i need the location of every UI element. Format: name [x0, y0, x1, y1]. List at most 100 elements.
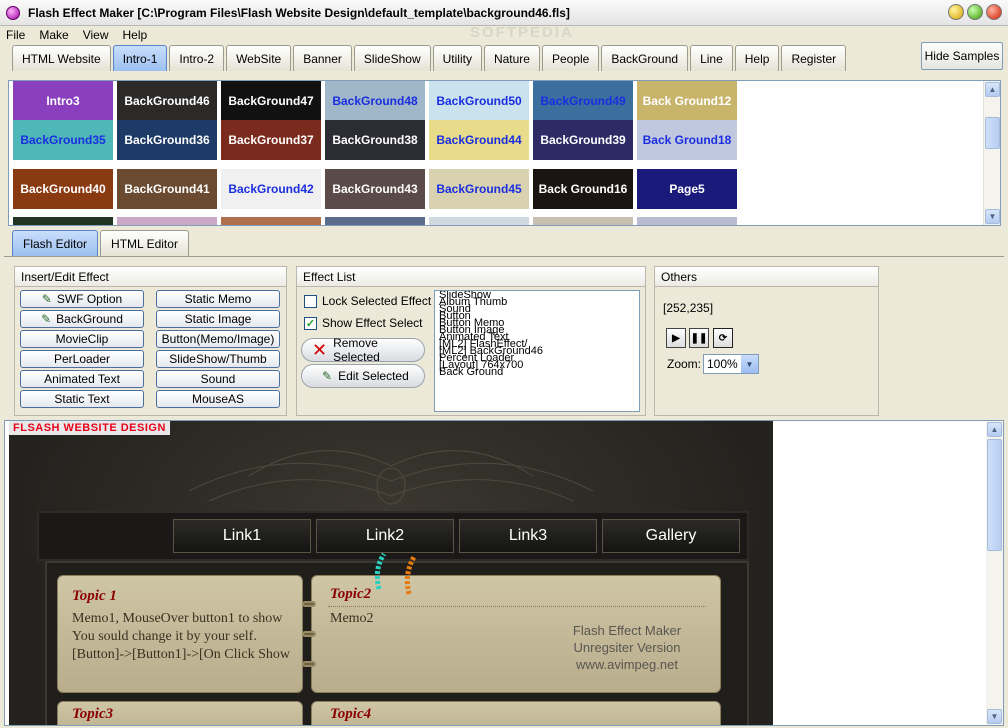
- maximize-button[interactable]: [967, 4, 983, 20]
- sample-thumbnail[interactable]: BackGround49: [533, 81, 633, 121]
- thumbnail-label: Intro3: [46, 94, 80, 108]
- scroll-down-icon[interactable]: ▼: [987, 709, 1002, 724]
- sample-thumbnail[interactable]: [637, 217, 737, 225]
- nav-link-1[interactable]: Link1: [173, 519, 311, 553]
- play-icon[interactable]: ▶: [666, 328, 686, 348]
- effect-listbox[interactable]: SlideShow Album Thumb Sound Button Button Me…: [434, 290, 640, 412]
- sample-thumbnail[interactable]: [325, 217, 425, 225]
- menu-file[interactable]: File: [6, 28, 25, 42]
- movieclip-button[interactable]: MovieClip: [20, 330, 144, 348]
- window-controls: [948, 4, 1002, 20]
- sample-thumbnail[interactable]: BackGround35: [13, 120, 113, 160]
- editor-tabs: Flash Editor HTML Editor: [12, 230, 191, 256]
- tab-banner[interactable]: Banner: [293, 45, 352, 71]
- animated-text-button[interactable]: Animated Text: [20, 370, 144, 388]
- menu-view[interactable]: View: [83, 28, 109, 42]
- nav-link-3[interactable]: Link3: [459, 519, 597, 553]
- sample-thumbnail[interactable]: BackGround50: [429, 81, 529, 121]
- sample-thumbnail[interactable]: BackGround41: [117, 169, 217, 209]
- nav-link-2[interactable]: Link2: [316, 519, 454, 553]
- effect-list-item[interactable]: Back Ground: [439, 367, 635, 378]
- scroll-thumb[interactable]: [987, 439, 1002, 551]
- slideshow-thumb-button[interactable]: SlideShow/Thumb: [156, 350, 280, 368]
- tab-background[interactable]: BackGround: [601, 45, 689, 71]
- tab-intro-1[interactable]: Intro-1: [112, 45, 168, 71]
- edit-selected-button[interactable]: ✎ Edit Selected: [301, 364, 425, 388]
- sample-thumbnail[interactable]: Intro3: [13, 81, 113, 121]
- sample-thumbnail[interactable]: [117, 217, 217, 225]
- static-image-button[interactable]: Static Image: [156, 310, 280, 328]
- static-memo-button[interactable]: Static Memo: [156, 290, 280, 308]
- sample-thumbnail[interactable]: [13, 217, 113, 225]
- sample-thumbnail[interactable]: BackGround46: [117, 81, 217, 121]
- flash-preview-canvas[interactable]: FLSASH WEBSITE DESIGN Link1 Link2 Link3 …: [9, 421, 773, 725]
- edit-pencil-icon: ✎: [322, 369, 333, 383]
- tab-register[interactable]: Register: [781, 45, 847, 71]
- close-button[interactable]: [986, 4, 1002, 20]
- tab-website[interactable]: WebSite: [226, 45, 292, 71]
- tab-help[interactable]: Help: [734, 45, 780, 71]
- sample-thumbnail[interactable]: BackGround47: [221, 81, 321, 121]
- thumbnail-label: Page5: [669, 182, 705, 196]
- sample-thumbnail[interactable]: BackGround48: [325, 81, 425, 121]
- scroll-up-icon[interactable]: ▲: [985, 82, 1000, 97]
- sample-thumbnail[interactable]: BackGround37: [221, 120, 321, 160]
- scroll-up-icon[interactable]: ▲: [987, 422, 1002, 437]
- topic4-panel: Topic4: [311, 701, 721, 725]
- minimize-button[interactable]: [948, 4, 964, 20]
- sample-thumbnail[interactable]: BackGround39: [533, 120, 633, 160]
- tab-intro-2[interactable]: Intro-2: [169, 45, 225, 71]
- topic4-title: Topic4: [330, 706, 372, 722]
- sample-thumbnail[interactable]: [533, 217, 633, 225]
- tab-flash-editor[interactable]: Flash Editor: [12, 230, 99, 256]
- zoom-select[interactable]: 100% ▼: [703, 354, 759, 374]
- button-memo-image-button[interactable]: Button(Memo/Image): [156, 330, 280, 348]
- edit-selected-label: Edit Selected: [338, 369, 409, 383]
- remove-selected-button[interactable]: ✕ Remove Selected: [301, 336, 425, 364]
- lock-selected-checkbox[interactable]: Lock Selected Effect: [304, 294, 431, 308]
- thumbnail-label: Back Ground12: [642, 94, 732, 108]
- sample-thumbnail[interactable]: [221, 217, 321, 225]
- sample-thumbnail[interactable]: BackGround43: [325, 169, 425, 209]
- sample-thumbnail[interactable]: BackGround45: [429, 169, 529, 209]
- mouseas-button[interactable]: MouseAS: [156, 390, 280, 408]
- menu-make[interactable]: Make: [39, 28, 68, 42]
- scroll-down-icon[interactable]: ▼: [985, 209, 1000, 224]
- tab-nature[interactable]: Nature: [483, 45, 540, 71]
- sample-thumbnail[interactable]: BackGround38: [325, 120, 425, 160]
- sample-thumbnail[interactable]: BackGround42: [221, 169, 321, 209]
- tab-people[interactable]: People: [541, 45, 600, 71]
- tab-html-editor[interactable]: HTML Editor: [100, 230, 189, 256]
- background-button[interactable]: ✎ BackGround: [20, 310, 144, 328]
- menu-help[interactable]: Help: [122, 28, 147, 42]
- swf-option-button[interactable]: ✎ SWF Option: [20, 290, 144, 308]
- tab-utility[interactable]: Utility: [432, 45, 482, 71]
- red-x-icon: ✕: [312, 339, 328, 360]
- chevron-down-icon[interactable]: ▼: [741, 355, 758, 373]
- scroll-thumb[interactable]: [985, 117, 1000, 149]
- refresh-icon[interactable]: ⟳: [713, 328, 733, 348]
- others-group: Others: [654, 266, 879, 416]
- preview-scrollbar[interactable]: ▲ ▼: [986, 421, 1003, 725]
- sample-thumbnail[interactable]: Back Ground12: [637, 81, 737, 121]
- thumbnail-label: BackGround49: [540, 94, 626, 108]
- show-effect-checkbox[interactable]: ✓ Show Effect Select: [304, 316, 423, 330]
- sample-thumbnail[interactable]: [429, 217, 529, 225]
- pause-icon[interactable]: ❚❚: [689, 328, 709, 348]
- perloader-button[interactable]: PerLoader: [20, 350, 144, 368]
- zoom-value: 100%: [707, 357, 738, 371]
- tab-line[interactable]: Line: [690, 45, 733, 71]
- static-text-button[interactable]: Static Text: [20, 390, 144, 408]
- sample-thumbnail[interactable]: Back Ground18: [637, 120, 737, 160]
- sample-thumbnail[interactable]: BackGround44: [429, 120, 529, 160]
- nav-link-gallery[interactable]: Gallery: [602, 519, 740, 553]
- hide-samples-button[interactable]: Hide Samples: [921, 42, 1003, 70]
- sample-thumbnail[interactable]: BackGround36: [117, 120, 217, 160]
- tab-html-website[interactable]: HTML Website: [12, 45, 111, 71]
- gallery-scrollbar[interactable]: ▲ ▼: [983, 81, 1000, 225]
- sample-thumbnail[interactable]: Page5: [637, 169, 737, 209]
- sample-thumbnail[interactable]: Back Ground16: [533, 169, 633, 209]
- sound-button[interactable]: Sound: [156, 370, 280, 388]
- tab-slideshow[interactable]: SlideShow: [353, 45, 431, 71]
- sample-thumbnail[interactable]: BackGround40: [13, 169, 113, 209]
